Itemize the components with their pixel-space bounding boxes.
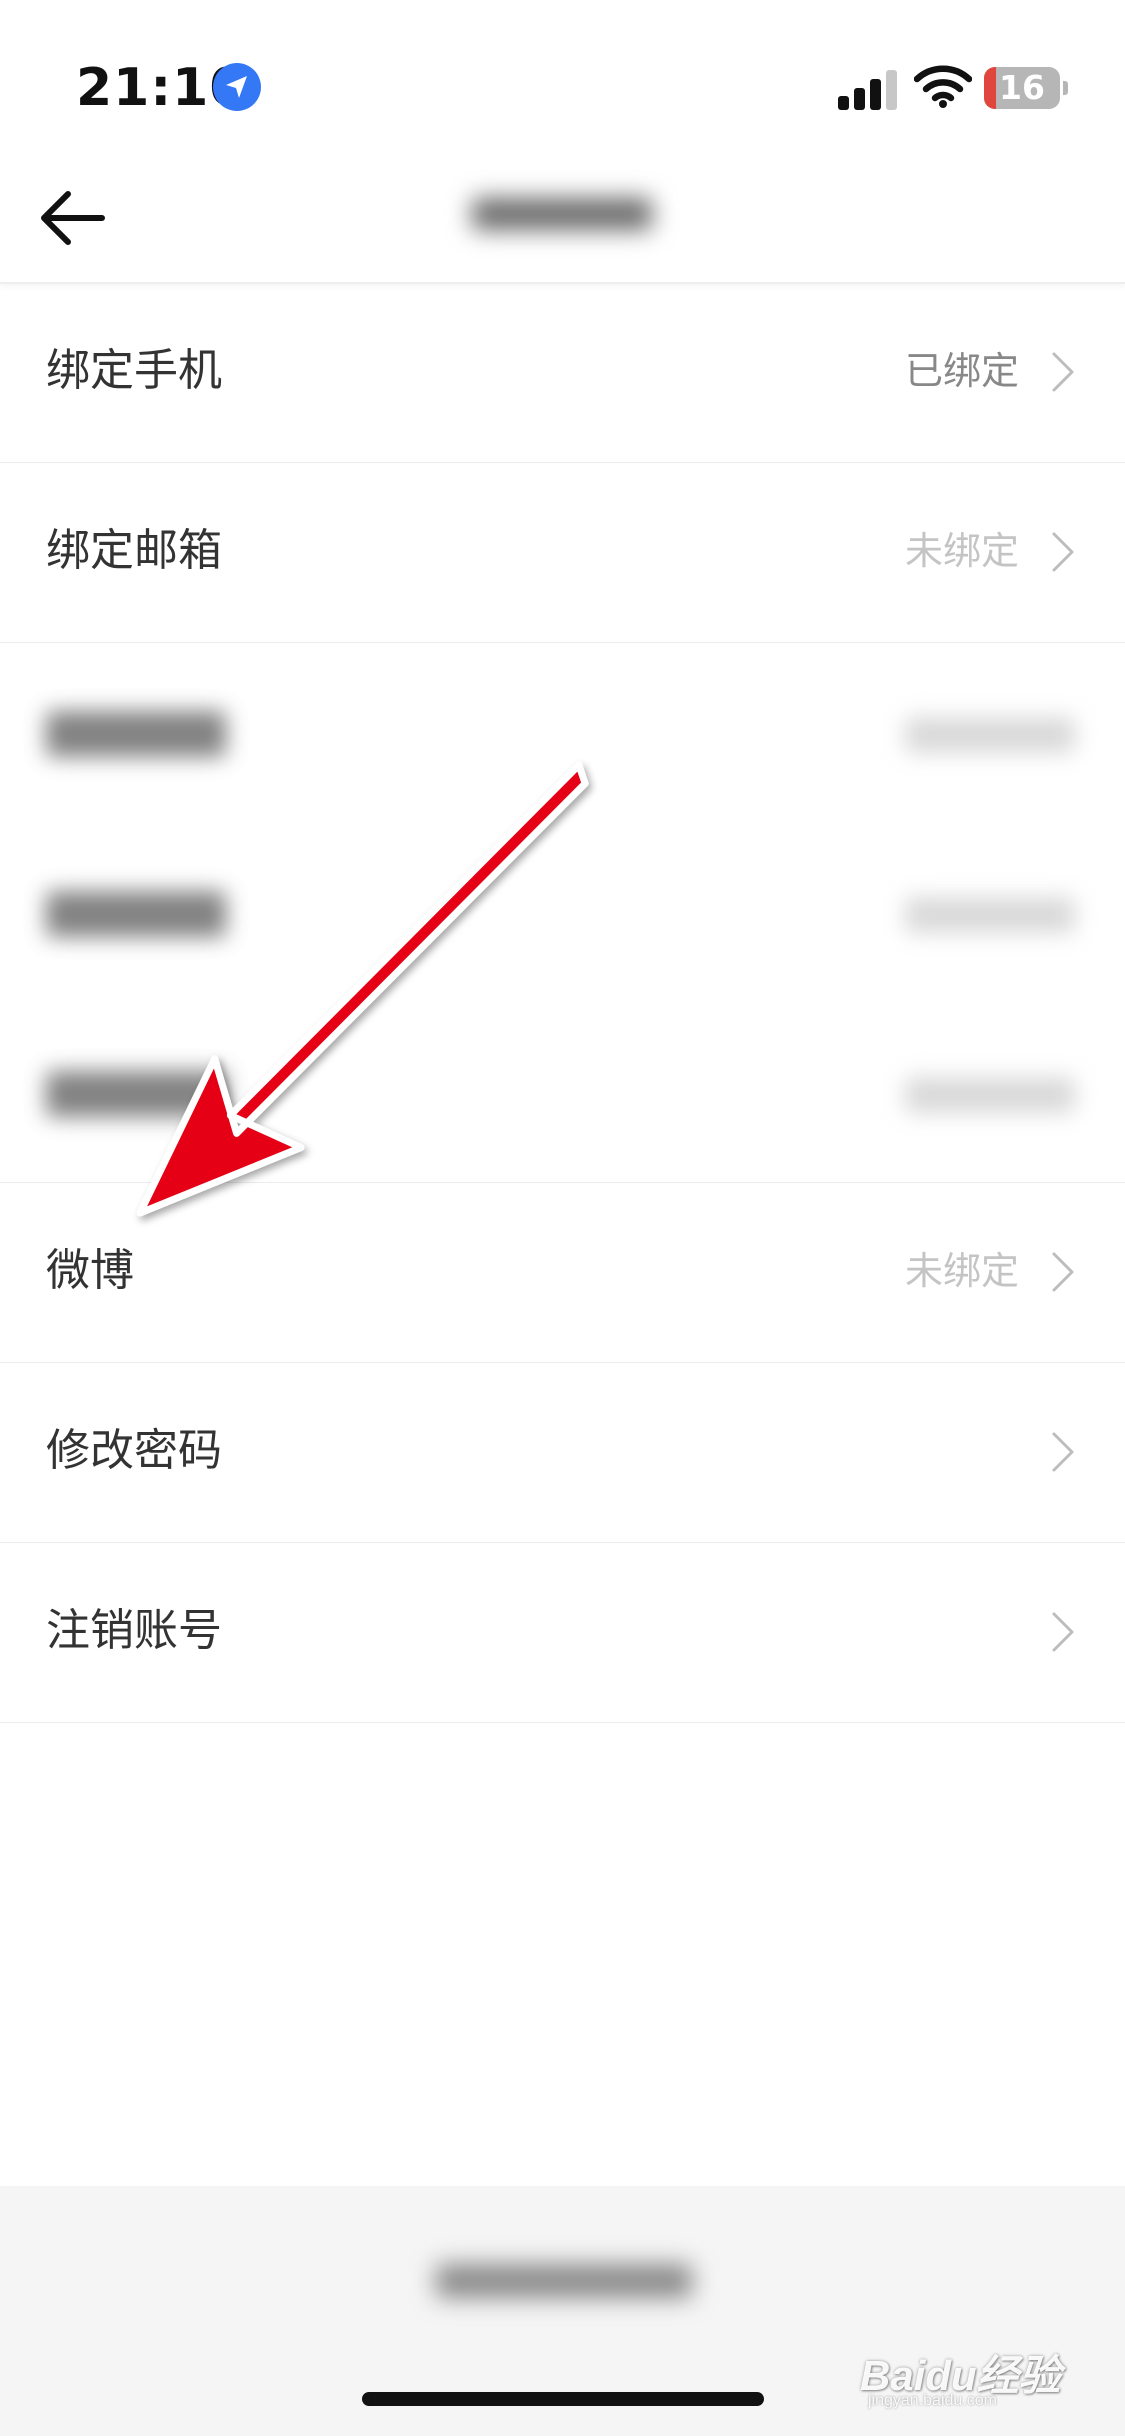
battery-level: 16 [999,68,1045,107]
chevron-right-icon [1052,1432,1074,1472]
blurred-row-label [46,1071,226,1117]
row-bind-email[interactable]: 绑定邮箱 未绑定 [0,463,1125,643]
watermark-sub: jingyan.baidu.com [868,2392,997,2409]
row-delete-account[interactable]: 注销账号 [0,1543,1125,1723]
blurred-button-label [436,2264,692,2298]
account-settings-list: 绑定手机 已绑定 绑定邮箱 未绑定 微博 未绑定 修改密码 注销账号 [0,283,1125,1723]
row-status: 未绑定 [904,1249,1019,1293]
chevron-right-icon [1052,1252,1074,1292]
cellular-signal-icon [838,70,897,110]
wifi-icon [914,65,972,108]
baidu-jingyan-watermark: Baidu经验 jingyan.baidu.com [860,2342,1070,2409]
back-button[interactable] [30,178,120,258]
row-change-password[interactable]: 修改密码 [0,1363,1125,1543]
blurred-row-label [46,711,226,757]
row-weibo[interactable]: 微博 未绑定 [0,1183,1125,1363]
bottom-button-blurred[interactable] [424,2242,704,2318]
nav-bar [0,150,1125,284]
chevron-right-icon [1052,352,1074,392]
blurred-row-label [46,891,226,937]
home-indicator[interactable] [362,2392,764,2406]
page-title-blurred [462,180,662,248]
row-label: 微博 [46,1245,134,1296]
chevron-right-icon [1052,532,1074,572]
status-bar: 21:10 16 [0,0,1125,150]
blurred-rows [0,643,1125,1183]
row-label: 修改密码 [46,1425,222,1476]
blurred-row-status [905,1077,1075,1113]
arrow-left-icon [41,191,105,245]
row-label: 注销账号 [46,1605,222,1656]
battery-body: 16 [984,67,1060,109]
location-arrow-icon [213,63,261,111]
chevron-right-icon [1052,1612,1074,1652]
row-status: 已绑定 [904,349,1019,393]
row-label: 绑定邮箱 [46,525,222,576]
battery-cap [1063,81,1068,95]
blurred-title-block [472,198,652,230]
blurred-row-status [905,717,1075,753]
row-label: 绑定手机 [46,345,222,396]
blurred-row-status [905,897,1075,933]
battery-indicator: 16 [984,67,1068,109]
row-status: 未绑定 [904,529,1019,573]
row-bind-phone[interactable]: 绑定手机 已绑定 [0,283,1125,463]
